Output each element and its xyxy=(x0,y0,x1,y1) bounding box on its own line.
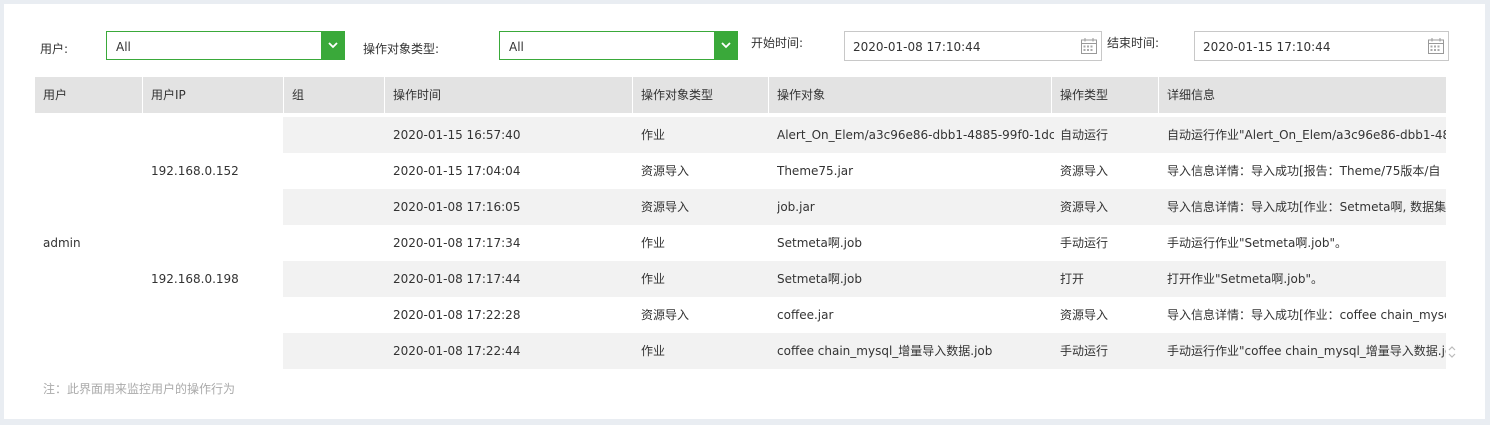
cell-time: 2020-01-08 17:22:28 xyxy=(393,308,521,322)
calendar-icon[interactable] xyxy=(1427,37,1445,58)
cell-detail: 导入信息详情：导入成功[作业：coffee chain_mysql xyxy=(1167,308,1446,322)
cell-detail: 导入信息详情：导入成功[报告：Theme/75版本/自 xyxy=(1167,164,1441,178)
footer-note: 注：此界面用来监控用户的操作行为 xyxy=(43,382,236,396)
header-detail[interactable]: 详细信息 xyxy=(1159,77,1446,113)
cell-obj: Theme75.jar xyxy=(777,164,854,178)
cell-obj: coffee.jar xyxy=(777,308,834,322)
cell-obj-type: 作业 xyxy=(641,128,666,142)
optype-select-value: All xyxy=(509,40,524,54)
cell-obj-type: 作业 xyxy=(641,236,666,250)
audit-panel: 用户: All 操作对象类型: All 开始时间: 2020-01-08 17:… xyxy=(4,4,1485,419)
cell-op-type: 资源导入 xyxy=(1060,308,1109,322)
header-group[interactable]: 组 xyxy=(284,77,385,113)
cell-obj-type: 作业 xyxy=(641,272,666,286)
optype-select[interactable]: All xyxy=(499,31,738,60)
cell-obj-type: 资源导入 xyxy=(641,308,690,322)
cell-time: 2020-01-15 16:57:40 xyxy=(393,128,521,142)
cell-obj: Setmeta啊.job xyxy=(777,272,862,286)
table-row[interactable]: 2020-01-08 17:22:44 作业 coffee chain_mysq… xyxy=(283,333,1446,369)
cell-detail: 手动运行作业"Setmeta啊.job"。 xyxy=(1167,236,1347,250)
header-user-ip[interactable]: 用户IP xyxy=(143,77,284,113)
user-ip-cell: 192.168.0.198 xyxy=(151,272,239,286)
cell-obj: Setmeta啊.job xyxy=(777,236,862,250)
user-select-value: All xyxy=(116,40,131,54)
user-cell: admin xyxy=(43,236,81,250)
table-row[interactable]: 2020-01-15 16:57:40 作业 Alert_On_Elem/a3c… xyxy=(283,117,1446,153)
end-time-value: 2020-01-15 17:10:44 xyxy=(1203,40,1331,54)
cell-detail: 导入信息详情：导入成功[作业：Setmeta啊, 数据集 xyxy=(1167,200,1446,214)
chevron-down-icon[interactable] xyxy=(321,32,344,59)
cell-op-type: 打开 xyxy=(1060,272,1085,286)
header-obj-type[interactable]: 操作对象类型 xyxy=(633,77,769,113)
chevron-down-icon[interactable] xyxy=(714,32,737,59)
cell-time: 2020-01-08 17:22:44 xyxy=(393,344,521,358)
table-row[interactable]: 2020-01-08 17:22:28 资源导入 coffee.jar 资源导入… xyxy=(283,297,1446,333)
table-header: 用户 用户IP 组 操作时间 操作对象类型 操作对象 操作类型 详细信息 xyxy=(35,77,1446,113)
header-op-type[interactable]: 操作类型 xyxy=(1052,77,1159,113)
header-obj[interactable]: 操作对象 xyxy=(769,77,1052,113)
table-row[interactable]: 2020-01-08 17:17:34 作业 Setmeta啊.job 手动运行… xyxy=(283,225,1446,261)
cell-obj-type: 资源导入 xyxy=(641,164,690,178)
cell-time: 2020-01-08 17:16:05 xyxy=(393,200,521,214)
cell-op-type: 手动运行 xyxy=(1060,344,1109,358)
cell-time: 2020-01-08 17:17:44 xyxy=(393,272,521,286)
end-time-label: 结束时间: xyxy=(1107,36,1160,50)
user-filter-label: 用户: xyxy=(40,42,69,56)
table-row[interactable]: 2020-01-08 17:16:05 资源导入 job.jar 资源导入 导入… xyxy=(283,189,1446,225)
optype-filter-label: 操作对象类型: xyxy=(363,42,440,56)
table-row[interactable]: 2020-01-08 17:17:44 作业 Setmeta啊.job 打开 打… xyxy=(283,261,1446,297)
cell-op-type: 资源导入 xyxy=(1060,164,1109,178)
cell-time: 2020-01-15 17:04:04 xyxy=(393,164,521,178)
cell-obj-type: 资源导入 xyxy=(641,200,690,214)
table-row[interactable]: 2020-01-15 17:04:04 资源导入 Theme75.jar 资源导… xyxy=(283,153,1446,189)
user-ip-cell: 192.168.0.152 xyxy=(151,164,239,178)
cell-op-type: 手动运行 xyxy=(1060,236,1109,250)
calendar-icon[interactable] xyxy=(1080,37,1098,58)
start-time-input[interactable]: 2020-01-08 17:10:44 xyxy=(844,31,1102,61)
cell-detail: 打开作业"Setmeta啊.job"。 xyxy=(1167,272,1323,286)
cell-time: 2020-01-08 17:17:34 xyxy=(393,236,521,250)
user-select[interactable]: All xyxy=(106,31,345,60)
cell-op-type: 资源导入 xyxy=(1060,200,1109,214)
header-op-time[interactable]: 操作时间 xyxy=(385,77,633,113)
start-time-value: 2020-01-08 17:10:44 xyxy=(853,40,981,54)
start-time-label: 开始时间: xyxy=(751,36,804,50)
cell-op-type: 自动运行 xyxy=(1060,128,1109,142)
header-user[interactable]: 用户 xyxy=(35,77,143,113)
scroll-updown-icon[interactable] xyxy=(1447,344,1457,363)
cell-obj: coffee chain_mysql_增量导入数据.job xyxy=(777,344,993,358)
end-time-input[interactable]: 2020-01-15 17:10:44 xyxy=(1194,31,1449,61)
cell-obj-type: 作业 xyxy=(641,344,666,358)
cell-detail: 自动运行作业"Alert_On_Elem/a3c96e86-dbb1-488 xyxy=(1167,128,1446,142)
cell-detail: 手动运行作业"coffee chain_mysql_增量导入数据.jo xyxy=(1167,344,1446,358)
cell-obj: Alert_On_Elem/a3c96e86-dbb1-4885-99f0-1d… xyxy=(777,128,1054,142)
cell-obj: job.jar xyxy=(777,200,815,214)
